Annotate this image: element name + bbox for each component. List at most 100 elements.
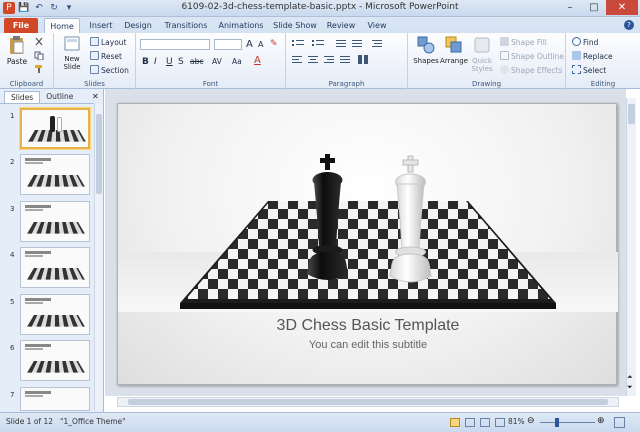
thumbnail-scrollbar[interactable] xyxy=(94,104,102,410)
thumb-number: 6 xyxy=(10,344,15,352)
scroll-thumb[interactable] xyxy=(96,114,102,194)
shape-fill-button[interactable]: Shape Fill xyxy=(500,37,547,47)
scroll-thumb[interactable] xyxy=(628,104,635,124)
slide-thumbnail-1[interactable] xyxy=(20,108,90,149)
shapes-button[interactable]: Shapes xyxy=(412,35,440,65)
tab-slides[interactable]: Slides xyxy=(4,91,41,103)
thumb-number: 1 xyxy=(10,112,15,120)
window-title: 6109-02-3d-chess-template-basic.pptx - M… xyxy=(181,2,459,12)
maximize-button[interactable]: □ xyxy=(582,0,606,15)
slides-group: New Slide Layout Reset Section Slides xyxy=(54,33,136,89)
shadow-button[interactable]: S xyxy=(178,57,184,67)
paste-button[interactable]: Paste xyxy=(6,35,28,75)
font-color-button[interactable]: A xyxy=(254,55,261,66)
reset-icon xyxy=(90,51,99,60)
new-slide-button[interactable]: New Slide xyxy=(58,35,86,71)
editing-group: Find Replace Select Editing xyxy=(566,33,640,89)
tab-slide-show[interactable]: Slide Show xyxy=(271,18,319,33)
reading-view-icon[interactable] xyxy=(480,418,490,427)
copy-icon[interactable] xyxy=(34,51,44,60)
tab-design[interactable]: Design xyxy=(120,18,156,33)
list-icons[interactable] xyxy=(292,38,402,50)
slide-sorter-icon[interactable] xyxy=(465,418,475,427)
normal-view-icon[interactable] xyxy=(450,418,460,427)
font-size-combo[interactable] xyxy=(214,39,242,50)
tab-view[interactable]: View xyxy=(362,18,392,33)
black-king-piece xyxy=(307,154,348,280)
format-painter-icon[interactable] xyxy=(34,64,44,73)
tab-file[interactable]: File xyxy=(4,18,38,33)
find-button[interactable]: Find xyxy=(572,37,598,47)
quick-styles-button[interactable]: Quick Styles xyxy=(468,35,496,73)
tab-insert[interactable]: Insert xyxy=(84,18,118,33)
thumb-text xyxy=(25,302,43,304)
horizontal-scrollbar[interactable] xyxy=(117,397,619,407)
tab-outline[interactable]: Outline xyxy=(40,91,79,103)
change-case-button[interactable]: Aa xyxy=(232,57,242,66)
slide-thumbnail-3[interactable] xyxy=(20,201,90,242)
select-button[interactable]: Select xyxy=(572,65,606,75)
shape-effects-button[interactable]: Shape Effects xyxy=(500,65,562,75)
alignment-icons[interactable] xyxy=(292,55,402,67)
new-slide-icon xyxy=(64,36,80,51)
close-pane-icon[interactable]: ✕ xyxy=(92,92,99,101)
italic-button[interactable]: I xyxy=(154,57,157,67)
zoom-in-icon[interactable]: ⊕ xyxy=(597,416,605,426)
shape-fill-label: Shape Fill xyxy=(511,38,547,47)
slides-group-label: Slides xyxy=(84,80,105,88)
grow-font-button[interactable]: A xyxy=(246,39,253,50)
shape-outline-icon xyxy=(500,51,509,60)
vertical-scrollbar[interactable]: ⏶ ⏷ xyxy=(626,98,636,396)
replace-button[interactable]: Replace xyxy=(572,51,613,61)
reset-button[interactable]: Reset xyxy=(90,51,122,61)
slide-thumbnail-5[interactable] xyxy=(20,294,90,335)
scroll-thumb[interactable] xyxy=(128,399,608,405)
tab-review[interactable]: Review xyxy=(323,18,359,33)
slide-canvas[interactable]: 3D Chess Basic Template You can edit thi… xyxy=(117,103,618,385)
shape-outline-button[interactable]: Shape Outline xyxy=(500,51,564,61)
clear-format-icon[interactable]: ✎ xyxy=(270,39,278,49)
cut-icon[interactable] xyxy=(34,37,44,46)
zoom-slider[interactable] xyxy=(540,422,595,423)
strikethrough-button[interactable]: abc xyxy=(190,57,203,66)
thumbnail-list[interactable]: 1 2 3 4 5 6 7 xyxy=(0,103,94,412)
underline-button[interactable]: U xyxy=(166,57,173,67)
fit-to-window-icon[interactable] xyxy=(614,417,625,428)
tab-animations[interactable]: Animations xyxy=(215,18,267,33)
slide-thumbnail-7[interactable] xyxy=(20,387,90,411)
close-button[interactable]: ✕ xyxy=(606,0,638,15)
slide-thumbnail-6[interactable] xyxy=(20,340,90,381)
thumb-text xyxy=(25,348,43,350)
previous-slide-icon[interactable]: ⏶ xyxy=(627,374,633,381)
slide-show-icon[interactable] xyxy=(495,418,505,427)
next-slide-icon[interactable]: ⏷ xyxy=(627,384,633,391)
shrink-font-button[interactable]: A xyxy=(258,40,263,49)
find-label: Find xyxy=(583,38,599,47)
section-button[interactable]: Section xyxy=(90,65,129,75)
slide-thumbnail-4[interactable] xyxy=(20,247,90,288)
slide-subtitle[interactable]: You can edit this subtitle xyxy=(118,339,618,351)
thumb-text xyxy=(25,255,43,257)
help-icon[interactable]: ? xyxy=(624,20,634,30)
status-bar: Slide 1 of 12 "1_Office Theme" 81% ⊖ ⊕ xyxy=(0,412,640,432)
window-controls: – □ ✕ xyxy=(558,0,638,15)
layout-button[interactable]: Layout xyxy=(90,37,127,47)
slide-thumbnail-2[interactable] xyxy=(20,154,90,195)
zoom-out-icon[interactable]: ⊖ xyxy=(527,416,535,426)
thumb-number: 7 xyxy=(10,391,15,399)
font-name-combo[interactable] xyxy=(140,39,210,50)
drawing-group: Shapes Arrange Quick Styles Shape Fill S… xyxy=(408,33,566,89)
zoom-slider-thumb[interactable] xyxy=(555,418,559,427)
character-spacing-button[interactable]: AV xyxy=(212,57,222,66)
thumb-board xyxy=(27,174,85,187)
tab-transitions[interactable]: Transitions xyxy=(160,18,212,33)
zoom-level[interactable]: 81% xyxy=(508,417,525,426)
arrange-button[interactable]: Arrange xyxy=(440,35,468,65)
minimize-button[interactable]: – xyxy=(558,0,582,15)
tab-home[interactable]: Home xyxy=(44,18,80,33)
slide-title[interactable]: 3D Chess Basic Template xyxy=(118,317,618,335)
bold-button[interactable]: B xyxy=(142,57,149,67)
shapes-label: Shapes xyxy=(413,57,439,65)
shape-outline-label: Shape Outline xyxy=(511,52,565,61)
quick-styles-label: Quick Styles xyxy=(471,57,493,73)
